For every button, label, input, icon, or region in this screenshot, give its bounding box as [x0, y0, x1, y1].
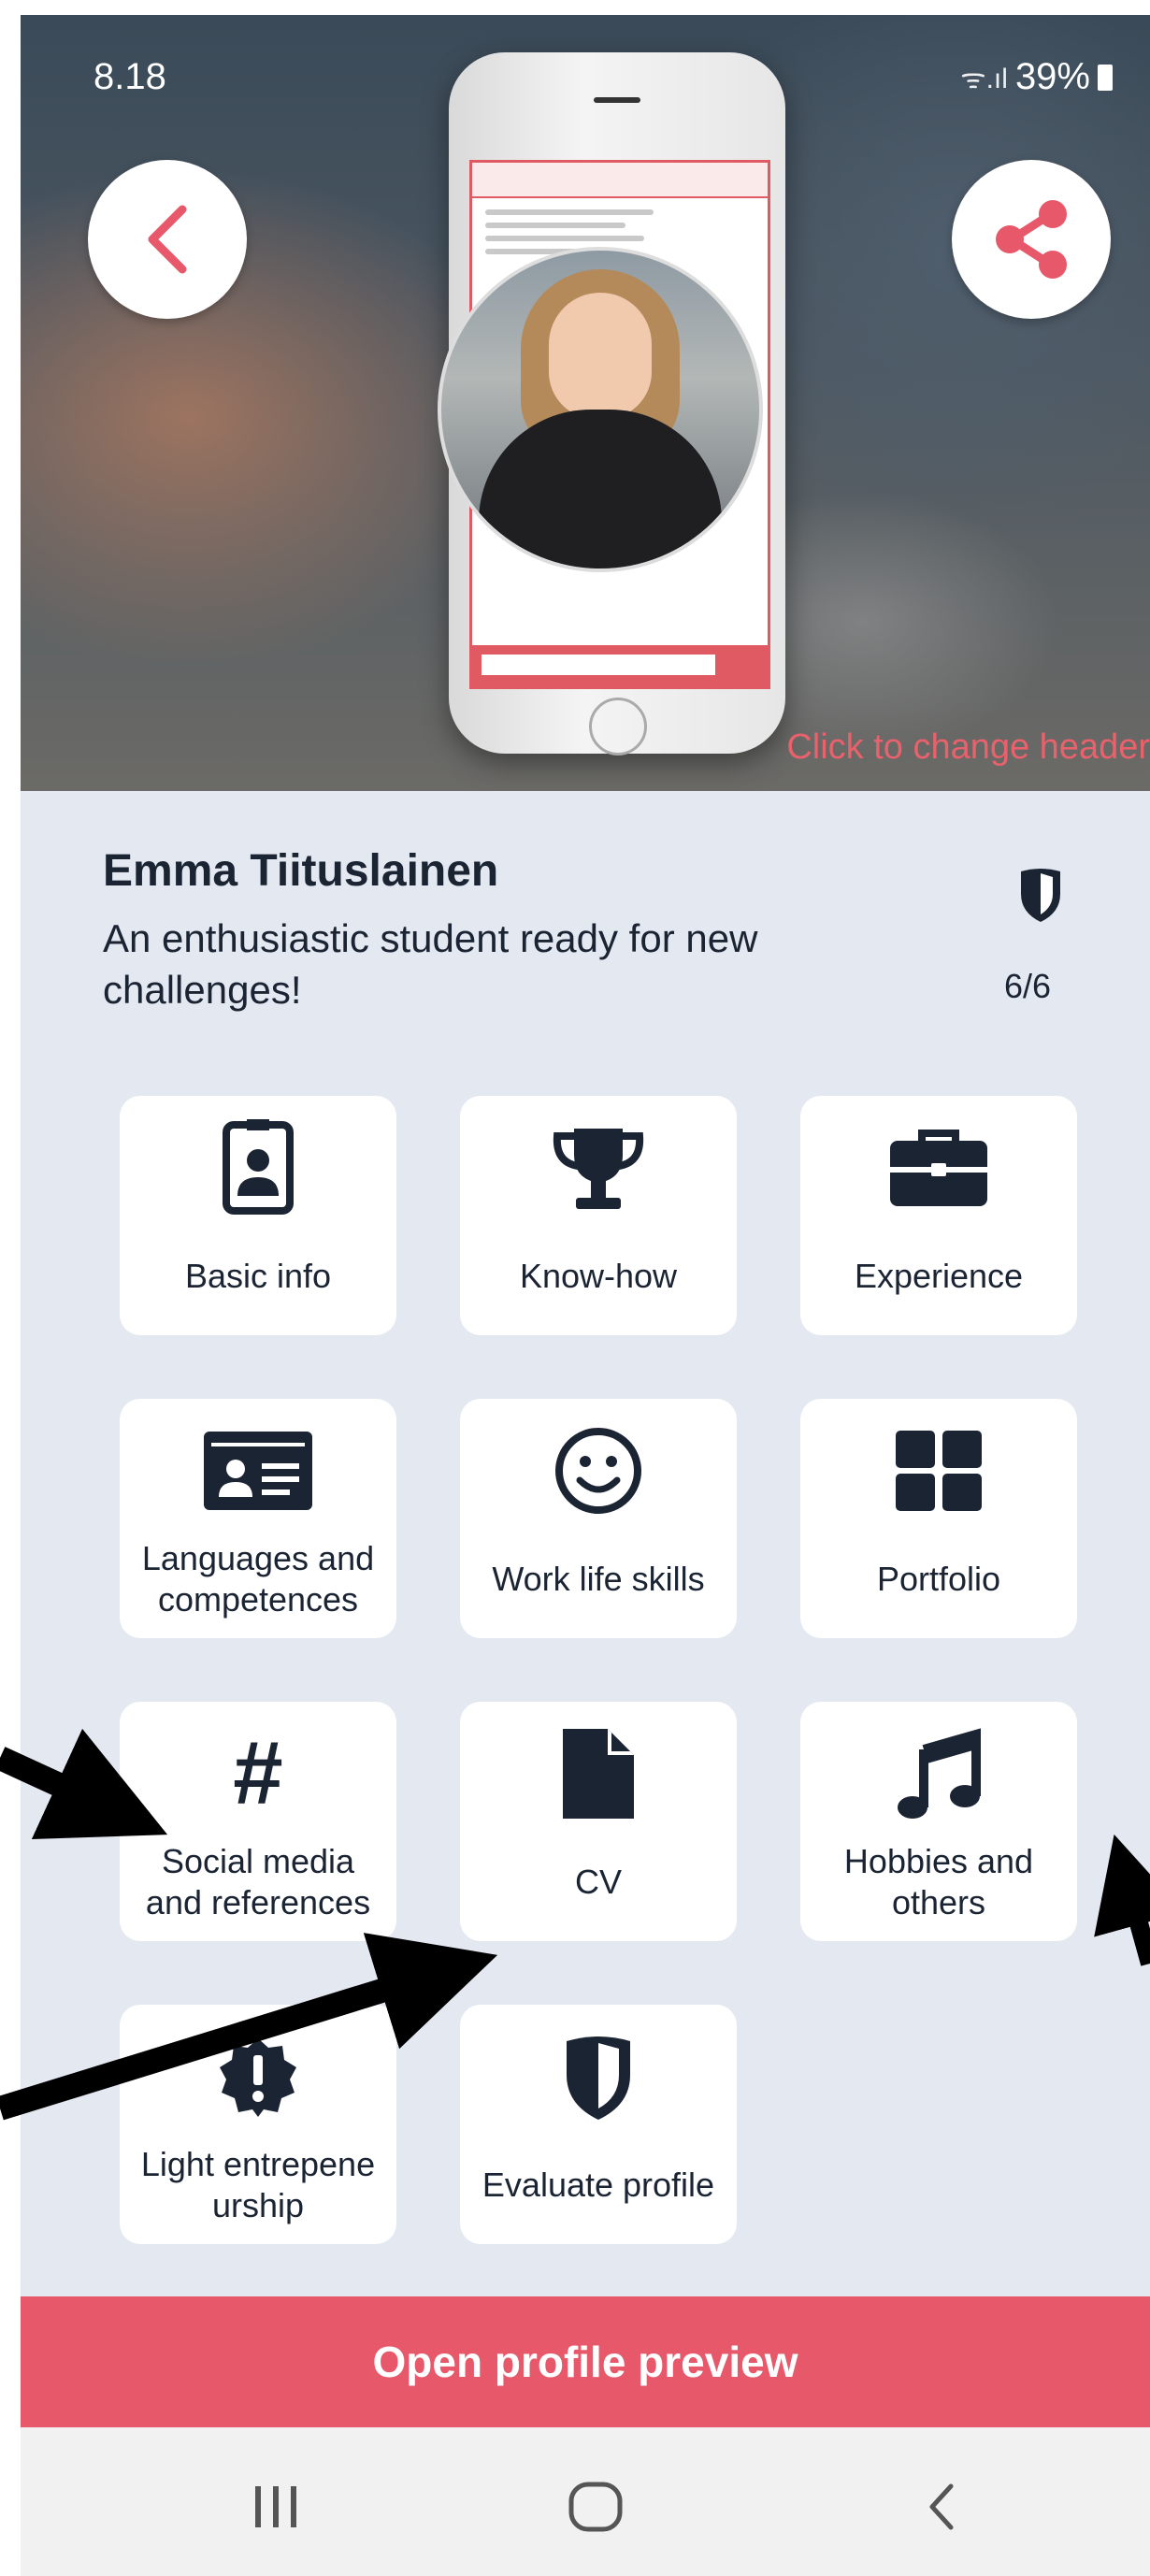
- annotation-arrows: [0, 1728, 1150, 2121]
- arrow-to-social-media: [0, 1728, 168, 1840]
- arrow-to-hobbies: [1094, 1834, 1150, 1966]
- arrow-to-cv: [0, 1933, 498, 2121]
